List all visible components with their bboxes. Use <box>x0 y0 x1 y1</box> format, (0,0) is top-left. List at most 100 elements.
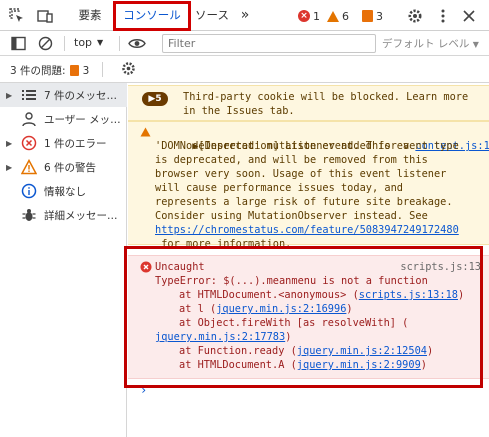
more-tabs-label: » <box>240 7 250 23</box>
toolbar-divider <box>64 36 65 51</box>
tab-console[interactable]: コンソール <box>116 0 188 31</box>
uncaught-error-message[interactable]: Uncaught scripts.js:13 TypeError: $(...)… <box>128 255 489 379</box>
expand-arrow-icon[interactable]: ▶ <box>6 91 20 100</box>
user-icon <box>20 110 38 128</box>
sidebar-item-label: 7 件のメッセ… <box>44 89 118 102</box>
deprecation-warning-message[interactable]: ▶[Deprecation] Listener added for a cont… <box>128 121 489 250</box>
stack-frame-link[interactable]: jquery.min.js:2:12504 <box>297 345 427 357</box>
warning-icon <box>20 158 38 176</box>
sidebar-item-user-messages[interactable]: ユーザー メッ… <box>0 107 127 131</box>
sidebar-item-warnings[interactable]: ▶ 6 件の警告 <box>0 155 127 179</box>
stack-frame-text: ) <box>420 359 427 371</box>
stack-frame-link[interactable]: scripts.js:13:18 <box>359 289 458 301</box>
chromestatus-link[interactable]: https://chromestatus.com/feature/5083947… <box>155 224 459 236</box>
issues-bar: 3 件の問題: 3 <box>0 56 489 83</box>
message-text: browser very soon. Usage of this event l… <box>155 168 447 180</box>
warning-count: 6 <box>342 9 349 23</box>
issues-counter[interactable]: 3 <box>362 8 383 24</box>
toolbar-divider <box>102 62 103 77</box>
tab-sources[interactable]: ソース <box>190 0 234 31</box>
cookie-warning-message[interactable]: ▶5 Third-party cookie will be blocked. L… <box>128 85 489 121</box>
tab-elements-label: 要素 <box>78 8 102 22</box>
more-tabs-button[interactable]: » <box>234 0 256 31</box>
issues-link[interactable]: 3 件の問題: 3 <box>10 63 89 78</box>
warning-counter[interactable]: 6 <box>327 8 349 24</box>
sidebar-item-label: ユーザー メッ… <box>44 113 121 126</box>
issues-count: 3 <box>376 9 383 23</box>
message-group-badge[interactable]: ▶5 <box>142 92 168 106</box>
stack-frame-link[interactable]: jquery.min.js:2:9909 <box>297 359 421 371</box>
message-text: in the Issues tab. <box>183 105 295 117</box>
stack-frame-link[interactable]: jquery.min.js:2:17783 <box>155 331 285 343</box>
console-prompt[interactable]: › <box>140 383 147 397</box>
message-text: is deprecated, and will be removed from … <box>155 154 428 166</box>
message-text: 'DOMNodeInserted' mutation event. This e… <box>155 140 459 152</box>
message-group-count: 5 <box>155 94 162 104</box>
sidebar-item-label: 1 件のエラー <box>44 137 107 150</box>
issue-flag-icon <box>69 65 79 76</box>
expand-arrow-icon[interactable]: ▶ <box>6 139 20 148</box>
clear-console-icon[interactable] <box>37 35 54 52</box>
issue-flag-icon <box>362 10 373 22</box>
list-icon <box>20 86 38 104</box>
context-selector-value: top <box>74 36 93 49</box>
error-title: Uncaught <box>155 261 205 273</box>
stack-frame-text: ) <box>457 289 465 301</box>
error-icon <box>140 261 152 277</box>
warning-icon <box>140 127 151 141</box>
error-icon: × <box>298 10 310 22</box>
stack-frame-text: at HTMLDocument.<anonymous> ( <box>179 289 359 301</box>
tab-elements[interactable]: 要素 <box>66 0 114 31</box>
inspect-element-icon[interactable] <box>8 7 26 25</box>
sidebar-item-verbose[interactable]: 詳細メッセー… <box>0 203 127 227</box>
sidebar-item-errors[interactable]: ▶ 1 件のエラー <box>0 131 127 155</box>
console-toolbar: top ▼ デフォルト レベル ▼ <box>0 31 489 56</box>
stack-frame-text: at Function.ready ( <box>179 345 297 357</box>
error-source-link[interactable]: scripts.js:13 <box>400 260 481 274</box>
tab-sources-label: ソース <box>195 8 229 22</box>
device-toolbar-icon[interactable] <box>36 7 54 25</box>
message-text: Consider using MutationObserver instead.… <box>155 210 428 222</box>
sidebar-item-label: 情報なし <box>44 185 86 198</box>
sidebar-item-all-messages[interactable]: ▶ 7 件のメッセ… <box>0 83 127 107</box>
message-text: for more information. <box>155 238 292 250</box>
stack-frame-text: ) <box>285 331 292 343</box>
prompt-chevron-icon: › <box>140 383 148 397</box>
sidebar-toggle-icon[interactable] <box>10 35 27 52</box>
stack-frame-text: at l ( <box>179 303 217 315</box>
chevron-down-icon: ▼ <box>472 40 479 49</box>
bug-icon <box>20 206 38 224</box>
filter-input[interactable] <box>162 34 376 53</box>
error-icon <box>20 134 38 152</box>
chevron-down-icon: ▼ <box>97 38 104 47</box>
console-messages-panel: ▶5 Third-party cookie will be blocked. L… <box>128 83 489 437</box>
log-level-value: デフォルト レベル <box>382 38 470 50</box>
stack-frame-text: at HTMLDocument.A ( <box>179 359 297 371</box>
sidebar-item-info[interactable]: 情報なし <box>0 179 127 203</box>
expand-arrow-icon[interactable]: ▶ <box>6 163 20 172</box>
error-count: 1 <box>313 9 320 23</box>
stack-frame-text: ) <box>346 303 353 315</box>
console-sidebar: ▶ 7 件のメッセ… ユーザー メッ… ▶ 1 件のエラー ▶ 6 件の警告 情… <box>0 83 127 437</box>
tab-console-label: コンソール <box>123 8 181 22</box>
toolbar-divider <box>119 36 120 51</box>
context-selector[interactable]: top ▼ <box>74 36 103 50</box>
issues-bar-count: 3 <box>82 64 90 77</box>
message-text: will cause performance issues today, and <box>155 182 403 194</box>
console-settings-gear-icon[interactable] <box>120 60 137 77</box>
live-expression-eye-icon[interactable] <box>127 35 147 52</box>
message-text: Third-party cookie will be blocked. Lear… <box>183 91 469 103</box>
sidebar-item-label: 6 件の警告 <box>44 161 97 174</box>
log-level-dropdown[interactable]: デフォルト レベル ▼ <box>382 36 479 51</box>
settings-gear-icon[interactable] <box>406 7 424 25</box>
kebab-menu-icon[interactable] <box>434 7 452 25</box>
message-text: represents a large risk of future site b… <box>155 196 453 208</box>
error-message-text: TypeError: $(...).meanmenu is not a func… <box>155 275 428 287</box>
close-icon[interactable] <box>460 7 478 25</box>
error-counter[interactable]: × 1 <box>298 8 320 24</box>
sidebar-item-label: 詳細メッセー… <box>44 209 118 222</box>
issues-label: 3 件の問題: <box>10 65 66 77</box>
stack-frame-text: ) <box>426 345 434 357</box>
stack-frame-link[interactable]: jquery.min.js:2:16996 <box>216 303 346 315</box>
devtools-tab-bar: 要素 コンソール ソース » × 1 6 3 <box>0 0 489 31</box>
